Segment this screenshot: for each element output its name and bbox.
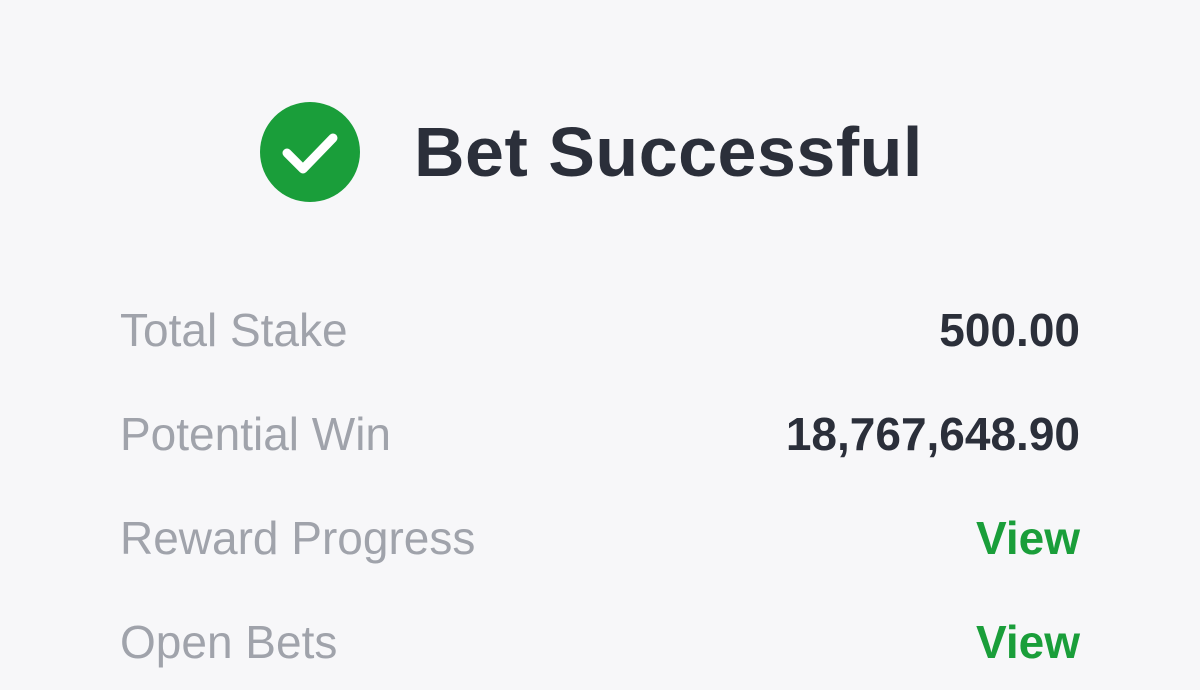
- potential-win-value: 18,767,648.90: [785, 408, 1080, 460]
- open-bets-label: Open Bets: [120, 616, 338, 668]
- total-stake-row: Total Stake 500.00: [120, 278, 1080, 382]
- bet-confirmation-panel: Bet Successful Total Stake 500.00 Potent…: [0, 0, 1200, 690]
- bet-summary: Total Stake 500.00 Potential Win 18,767,…: [120, 278, 1080, 690]
- check-circle-icon: [260, 102, 360, 202]
- total-stake-label: Total Stake: [120, 304, 348, 356]
- page-title: Bet Successful: [414, 113, 923, 191]
- open-bets-row: Open Bets View: [120, 590, 1080, 690]
- potential-win-row: Potential Win 18,767,648.90: [120, 382, 1080, 486]
- reward-progress-view-link[interactable]: View: [976, 511, 1080, 565]
- reward-progress-label: Reward Progress: [120, 512, 476, 564]
- total-stake-value: 500.00: [939, 304, 1080, 356]
- reward-progress-row: Reward Progress View: [120, 486, 1080, 590]
- confirmation-header: Bet Successful: [260, 100, 923, 204]
- open-bets-view-link[interactable]: View: [976, 615, 1080, 669]
- potential-win-label: Potential Win: [120, 408, 392, 460]
